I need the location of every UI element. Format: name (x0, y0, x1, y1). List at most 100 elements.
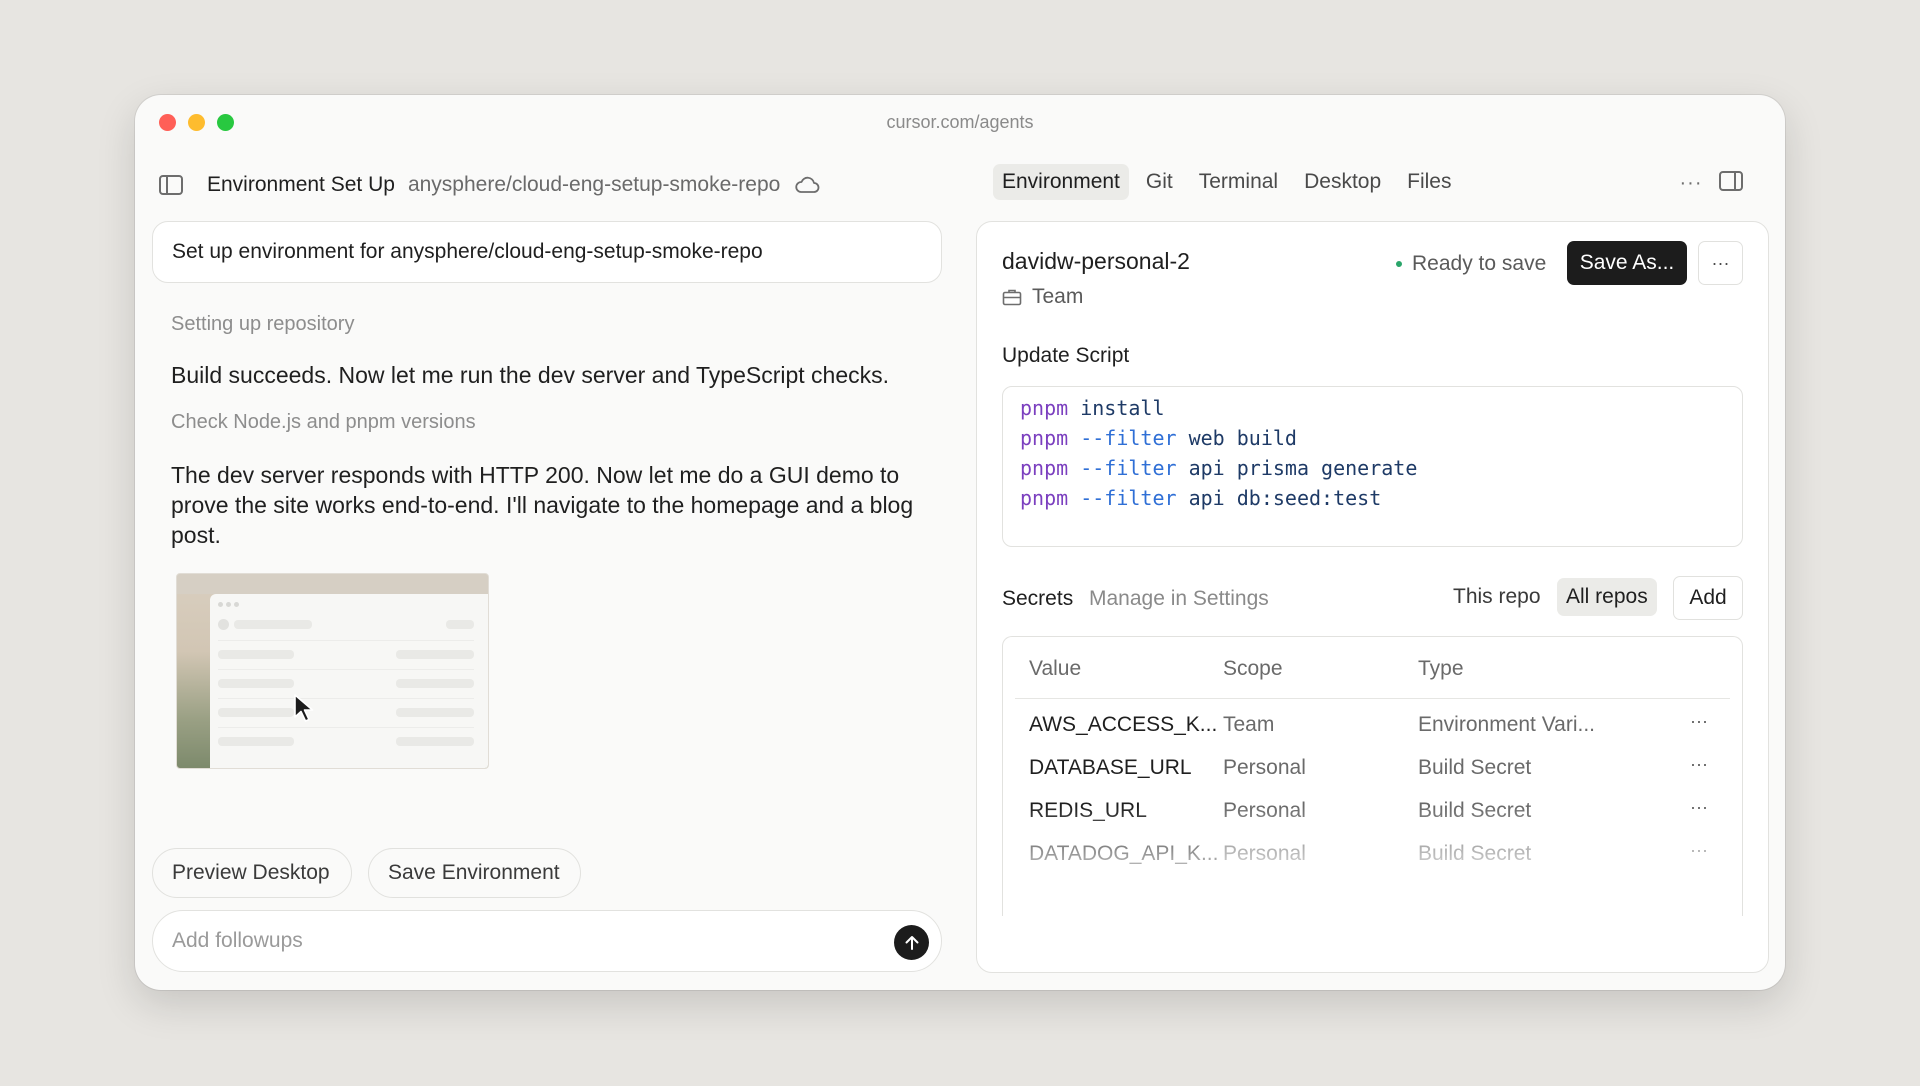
secret-type: Build Secret (1418, 799, 1532, 822)
save-environment-button[interactable]: Save Environment (368, 848, 581, 898)
cursor-pointer-icon (294, 694, 314, 722)
arrow-up-icon (905, 935, 918, 950)
thumbnail-divider (218, 640, 474, 641)
save-as-button[interactable]: Save As... (1567, 241, 1687, 285)
column-header-scope: Scope (1223, 657, 1283, 680)
secret-scope: Personal (1223, 799, 1306, 822)
send-button[interactable] (894, 925, 929, 960)
more-horizontal-icon[interactable]: ··· (1690, 797, 1708, 818)
thumbnail-avatar (218, 619, 229, 630)
tab-files[interactable]: Files (1398, 164, 1460, 200)
agent-message: The dev server responds with HTTP 200. N… (171, 462, 914, 548)
tab-terminal[interactable]: Terminal (1190, 164, 1287, 200)
followup-composer (152, 910, 942, 972)
panel-right-icon[interactable] (1719, 171, 1743, 191)
thumbnail-window-dot (218, 602, 223, 607)
secret-scope: Personal (1223, 842, 1306, 865)
environment-panel: davidw-personal-2 Team Ready to save Sav… (976, 221, 1769, 973)
thumbnail-bar (218, 650, 294, 659)
secret-scope: Team (1223, 713, 1275, 736)
script-command: pnpm (1020, 396, 1069, 420)
secret-type: Build Secret (1418, 756, 1532, 779)
script-line: pnpm --filter api db:seed:test (1020, 483, 1725, 513)
scope-this-repo-toggle[interactable]: This repo (1444, 578, 1550, 616)
script-line: pnpm --filter api prisma generate (1020, 453, 1725, 483)
secrets-label: Secrets (1002, 587, 1074, 610)
script-args: api prisma generate (1188, 456, 1418, 480)
thumbnail-bar (446, 620, 474, 629)
thumbnail-divider (218, 669, 474, 670)
script-args: web build (1188, 426, 1297, 450)
add-secret-button[interactable]: Add (1673, 576, 1743, 620)
title-bar: cursor.com/agents (135, 95, 1785, 151)
table-row[interactable]: DATADOG_API_K... Personal Build Secret ·… (1015, 828, 1730, 880)
script-args: install (1080, 396, 1165, 420)
thumbnail-window-dot (234, 602, 239, 607)
script-line: pnpm install (1020, 393, 1725, 423)
thumbnail-bar (218, 708, 294, 717)
environment-owner: Team (1002, 285, 1083, 309)
secret-value: AWS_ACCESS_K... (1029, 713, 1218, 736)
desktop-screenshot-thumbnail[interactable] (176, 573, 489, 769)
tab-git[interactable]: Git (1137, 164, 1182, 200)
sidebar-toggle-icon[interactable] (159, 175, 183, 195)
thumbnail-window-dot (226, 602, 231, 607)
secret-scope: Personal (1223, 756, 1306, 779)
step-status: Setting up repository (171, 313, 355, 335)
script-command: pnpm (1020, 426, 1069, 450)
thumbnail-background (177, 574, 488, 594)
step-status: Check Node.js and pnpm versions (171, 411, 476, 433)
thumbnail-bar (396, 737, 474, 746)
browser-window: cursor.com/agents Environment Set Up any… (135, 95, 1785, 990)
thumbnail-bar (218, 737, 294, 746)
secret-type: Build Secret (1418, 842, 1532, 865)
script-flag: --filter (1080, 426, 1177, 450)
script-command: pnpm (1020, 486, 1069, 510)
thumbnail-divider (218, 727, 474, 728)
secret-value: DATABASE_URL (1029, 756, 1192, 779)
more-horizontal-icon[interactable]: ··· (1690, 754, 1708, 775)
more-horizontal-icon[interactable]: ··· (1673, 169, 1709, 197)
script-flag: --filter (1080, 486, 1177, 510)
thumbnail-divider (218, 698, 474, 699)
script-args: api db:seed:test (1188, 486, 1382, 510)
task-prompt: Set up environment for anysphere/cloud-e… (152, 221, 942, 283)
save-status: Ready to save (1396, 252, 1546, 276)
more-horizontal-icon[interactable]: ··· (1690, 711, 1708, 732)
tab-environment[interactable]: Environment (993, 164, 1129, 200)
thumbnail-bar (218, 679, 294, 688)
column-header-value: Value (1029, 657, 1082, 680)
status-text: Ready to save (1412, 252, 1547, 275)
scope-all-repos-toggle[interactable]: All repos (1557, 578, 1657, 616)
status-dot (1396, 261, 1402, 267)
environment-name: davidw-personal-2 (1002, 248, 1190, 274)
tab-desktop[interactable]: Desktop (1295, 164, 1390, 200)
followup-input[interactable] (172, 911, 852, 971)
thumbnail-app-window (210, 594, 488, 768)
thumbnail-bar (396, 708, 474, 717)
script-line: pnpm --filter web build (1020, 423, 1725, 453)
agent-title: Environment Set Up (207, 173, 395, 196)
thumbnail-bar (396, 650, 474, 659)
update-script-label: Update Script (1002, 344, 1130, 367)
panel-tabs: Environment Git Terminal Desktop Files (993, 163, 1468, 201)
update-script-editor[interactable]: pnpm install pnpm --filter web build pnp… (1002, 386, 1743, 547)
manage-in-settings-link[interactable]: Manage in Settings (1089, 587, 1269, 611)
more-horizontal-icon[interactable]: ··· (1690, 840, 1708, 861)
briefcase-icon (1002, 289, 1022, 306)
address-url: cursor.com/agents (886, 112, 1034, 132)
repo-name: anysphere/cloud-eng-setup-smoke-repo (407, 173, 781, 196)
script-flag: --filter (1080, 456, 1177, 480)
table-header: Value Scope Type (1015, 637, 1730, 699)
thumbnail-bar (234, 620, 312, 629)
secret-value: REDIS_URL (1029, 799, 1147, 822)
script-command: pnpm (1020, 456, 1069, 480)
more-horizontal-icon: ··· (1711, 252, 1730, 273)
secrets-table: Value Scope Type AWS_ACCESS_K... Team En… (1002, 636, 1743, 916)
cloud-icon (795, 176, 820, 193)
secret-type: Environment Vari... (1418, 713, 1596, 736)
agent-message: Build succeeds. Now let me run the dev s… (171, 362, 890, 388)
preview-desktop-button[interactable]: Preview Desktop (152, 848, 352, 898)
thumbnail-bar (396, 679, 474, 688)
environment-more-button[interactable]: ··· (1698, 241, 1743, 285)
